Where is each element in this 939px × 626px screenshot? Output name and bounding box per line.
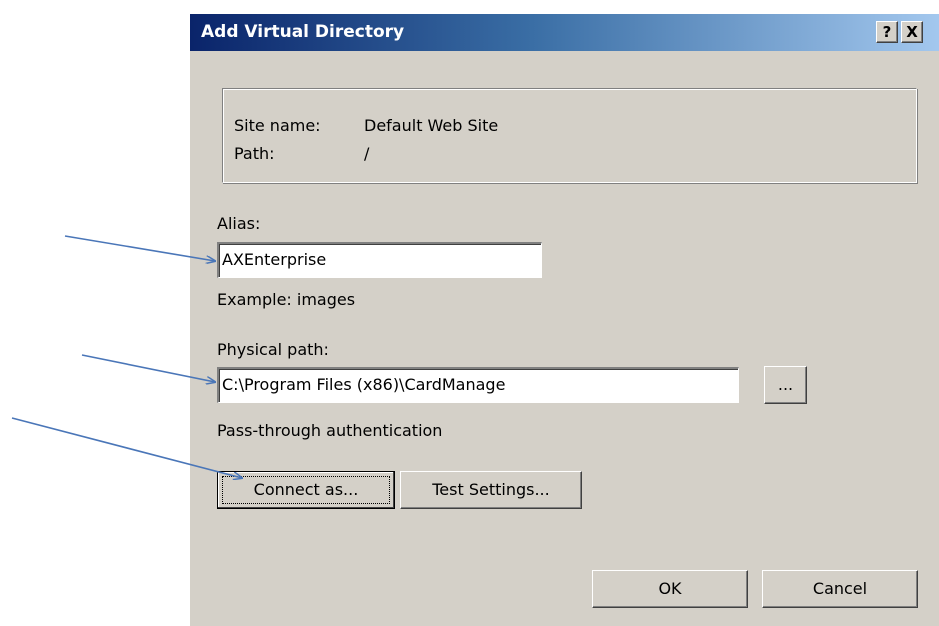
alias-example-text: Example: images <box>217 290 356 309</box>
ok-button[interactable]: OK <box>592 570 748 608</box>
dialog-title: Add Virtual Directory <box>201 22 405 42</box>
cancel-button[interactable]: Cancel <box>762 570 918 608</box>
alias-input[interactable]: AXEnterprise <box>217 242 542 278</box>
site-name-value: Default Web Site <box>364 116 499 135</box>
add-virtual-directory-dialog: Add Virtual Directory ? X Site name: Def… <box>189 13 939 626</box>
physical-path-label: Physical path: <box>217 340 329 359</box>
question-mark-icon: ? <box>882 23 892 41</box>
screenshot-stage: Add Virtual Directory ? X Site name: Def… <box>0 0 939 626</box>
close-x-icon: X <box>906 23 918 41</box>
physical-path-input[interactable]: C:\Program Files (x86)\CardManage <box>217 367 739 403</box>
browse-button[interactable]: ... <box>764 366 807 404</box>
dialog-title-bar[interactable]: Add Virtual Directory ? X <box>190 14 939 51</box>
alias-label: Alias: <box>217 214 261 233</box>
path-value: / <box>364 144 370 163</box>
help-button[interactable]: ? <box>876 21 898 43</box>
pass-through-auth-label: Pass-through authentication <box>217 421 443 440</box>
close-button[interactable]: X <box>901 21 923 43</box>
connect-as-label: Connect as... <box>253 480 359 499</box>
site-info-group: Site name: Default Web Site Path: / <box>222 88 917 183</box>
site-name-label: Site name: <box>234 116 321 135</box>
connect-as-button[interactable]: Connect as... <box>217 471 395 509</box>
path-label: Path: <box>234 144 275 163</box>
test-settings-button[interactable]: Test Settings... <box>400 471 582 509</box>
